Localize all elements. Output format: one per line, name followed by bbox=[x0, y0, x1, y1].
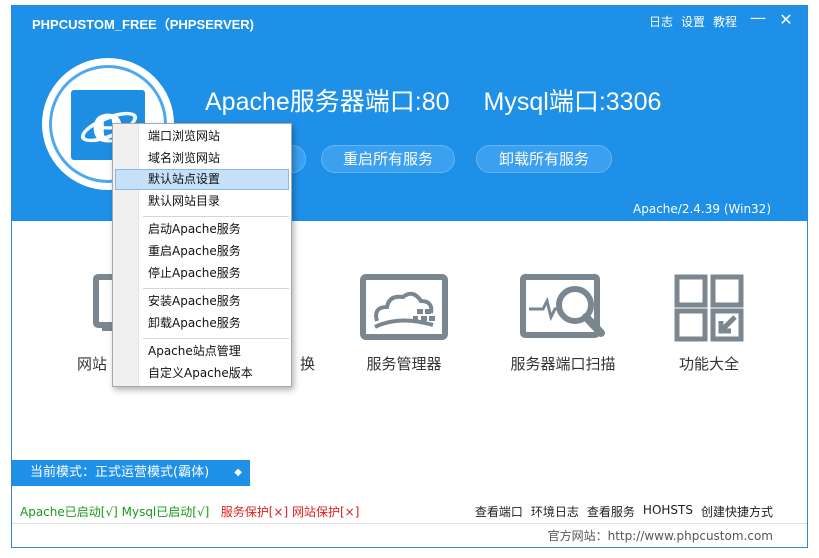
footer-divider bbox=[12, 523, 807, 524]
site-protect-status[interactable]: 网站保护[×] bbox=[292, 505, 359, 519]
tool-service-manager[interactable]: 服务管理器 bbox=[334, 271, 474, 373]
menu-item-port-browse[interactable]: 端口浏览网站 bbox=[115, 126, 289, 147]
service-status: Apache已启动[√] Mysql已启动[√] 服务保护[×] 网站保护[×] bbox=[20, 503, 359, 520]
settings-link[interactable]: 设置 bbox=[681, 13, 705, 30]
minimize-button[interactable]: — bbox=[747, 8, 769, 27]
view-ports-link[interactable]: 查看端口 bbox=[475, 503, 523, 520]
create-shortcut-link[interactable]: 创建快捷方式 bbox=[701, 503, 773, 520]
hosts-link[interactable]: HOHSTS bbox=[643, 503, 693, 520]
menu-item-install-apache[interactable]: 安装Apache服务 bbox=[115, 291, 289, 312]
menu-item-uninstall-apache[interactable]: 卸载Apache服务 bbox=[115, 313, 289, 334]
mysql-status: Mysql已启动[√] bbox=[121, 505, 210, 519]
official-site-link[interactable]: 官方网站：http://www.phpcustom.com bbox=[548, 527, 773, 544]
mode-label: 当前模式：正式运营模式(霸体) bbox=[30, 465, 210, 480]
close-button[interactable]: ✕ bbox=[775, 10, 797, 29]
mode-selector[interactable]: 当前模式：正式运营模式(霸体) ◆ bbox=[12, 460, 250, 486]
apache-status: Apache已启动[√] bbox=[20, 505, 118, 519]
mysql-port-label: Mysql端口:3306 bbox=[483, 88, 662, 116]
view-services-link[interactable]: 查看服务 bbox=[587, 503, 635, 520]
menu-item-restart-apache[interactable]: 重启Apache服务 bbox=[115, 241, 289, 262]
top-links: 日志 设置 教程 bbox=[649, 13, 737, 30]
menu-item-apache-site-manage[interactable]: Apache站点管理 bbox=[115, 341, 289, 362]
scan-magnifier-icon bbox=[520, 274, 605, 338]
menu-separator bbox=[143, 288, 289, 289]
diamond-arrow-icon: ◆ bbox=[234, 467, 242, 478]
tool-all-functions[interactable]: 功能大全 bbox=[639, 271, 779, 373]
tool-port-scan[interactable]: 服务器端口扫描 bbox=[493, 271, 633, 373]
tool-label: 服务器端口扫描 bbox=[510, 355, 616, 373]
apache-version: Apache/2.4.39 (Win32) bbox=[633, 202, 771, 216]
service-protect-status[interactable]: 服务保护[×] bbox=[221, 505, 288, 519]
grid-apps-icon bbox=[674, 274, 744, 342]
tool-label: 服务管理器 bbox=[366, 355, 442, 373]
tool-label: 功能大全 bbox=[678, 355, 739, 373]
restart-all-services-button[interactable]: 重启所有服务 bbox=[321, 145, 455, 173]
env-log-link[interactable]: 环境日志 bbox=[531, 503, 579, 520]
port-info: Apache服务器端口:80 Mysql端口:3306 bbox=[205, 82, 661, 118]
context-menu: 端口浏览网站 域名浏览网站 默认站点设置 默认网站目录 启动Apache服务 重… bbox=[112, 123, 292, 387]
cloud-server-icon bbox=[360, 274, 448, 340]
uninstall-all-services-button[interactable]: 卸载所有服务 bbox=[476, 145, 612, 173]
tutorial-link[interactable]: 教程 bbox=[713, 13, 737, 30]
apache-port-label: Apache服务器端口:80 bbox=[205, 88, 450, 116]
menu-separator bbox=[143, 338, 289, 339]
menu-item-stop-apache[interactable]: 停止Apache服务 bbox=[115, 263, 289, 284]
menu-item-start-apache[interactable]: 启动Apache服务 bbox=[115, 219, 289, 240]
window-title: PHPCUSTOM_FREE（PHPSERVER) bbox=[32, 17, 255, 32]
menu-separator bbox=[143, 216, 289, 217]
log-link[interactable]: 日志 bbox=[649, 13, 673, 30]
menu-item-default-site-settings[interactable]: 默认站点设置 bbox=[115, 169, 289, 190]
quick-links: 查看端口 环境日志 查看服务 HOHSTS 创建快捷方式 bbox=[475, 503, 773, 520]
menu-item-custom-apache-version[interactable]: 自定义Apache版本 bbox=[115, 363, 289, 384]
menu-item-domain-browse[interactable]: 域名浏览网站 bbox=[115, 148, 289, 169]
menu-item-default-site-dir[interactable]: 默认网站目录 bbox=[115, 191, 289, 212]
